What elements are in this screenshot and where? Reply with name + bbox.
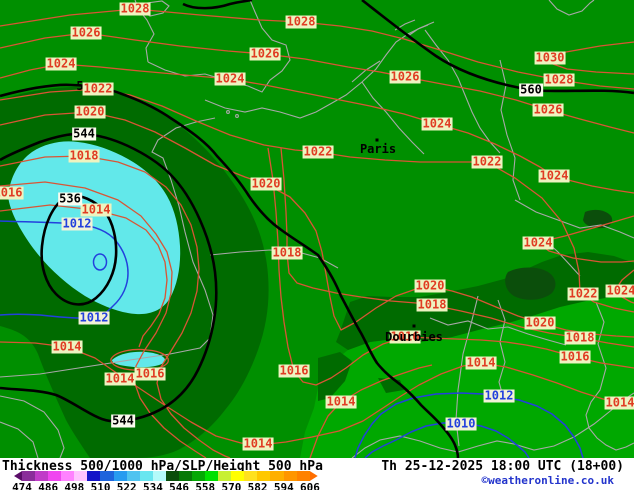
pressure-label-low: 1012 <box>61 216 93 231</box>
scale-cell <box>257 471 271 481</box>
scale-value: 486 <box>38 481 59 490</box>
scale-value: 558 <box>195 481 216 490</box>
pressure-label: 1028 <box>119 1 151 16</box>
pressure-label: 1014 <box>80 202 112 217</box>
pressure-label: 1018 <box>564 330 596 345</box>
pressure-label: 1024 <box>421 116 453 131</box>
credit-link[interactable]: ©weatheronline.co.uk <box>482 474 614 487</box>
pressure-label-low: 1010 <box>445 416 477 431</box>
scale-cell <box>205 471 219 481</box>
pressure-label: 1028 <box>543 72 575 87</box>
pressure-label: 1022 <box>567 286 599 301</box>
pressure-label: 1018 <box>271 245 303 260</box>
scale-value: 570 <box>221 481 242 490</box>
scale-value: 582 <box>247 481 268 490</box>
pressure-label-low: 1012 <box>483 388 515 403</box>
city-marker-dot <box>412 324 416 328</box>
scale-cell <box>296 471 310 481</box>
scale-cell <box>113 471 127 481</box>
scale-cell <box>14 471 22 481</box>
pressure-label: 1014 <box>325 394 357 409</box>
pressure-label: 1022 <box>471 154 503 169</box>
scale-value: 522 <box>116 481 137 490</box>
pressure-label: 1014 <box>242 436 274 451</box>
pressure-label: 1022 <box>302 144 334 159</box>
scale-cell <box>309 471 318 481</box>
map-graphics <box>0 0 634 458</box>
pressure-label: 1016 <box>0 186 24 200</box>
pressure-label: 1024 <box>538 168 570 183</box>
pressure-label: 1030 <box>534 50 566 65</box>
map-datetime: Th 25-12-2025 18:00 UTC (18+00) <box>381 459 624 474</box>
footer-bar: Thickness 500/1000 hPa/SLP/Height 500 hP… <box>0 458 634 490</box>
pressure-label: 1018 <box>416 297 448 312</box>
scale-cell <box>35 471 49 481</box>
scale-cell <box>100 471 114 481</box>
pressure-label: 1020 <box>414 278 446 293</box>
scale-cell <box>126 471 140 481</box>
scale-cell <box>218 471 232 481</box>
height-label: 560 <box>519 82 543 97</box>
scale-cell <box>283 471 297 481</box>
pressure-label: 1016 <box>134 366 166 381</box>
pressure-label-low: 1012 <box>78 310 110 325</box>
height-label: 544 <box>72 126 96 141</box>
pressure-label: 1016 <box>278 363 310 378</box>
scale-value: 546 <box>169 481 190 490</box>
pressure-label: 1020 <box>524 315 556 330</box>
pressure-label: 1024 <box>605 284 634 298</box>
scale-value: 534 <box>142 481 163 490</box>
city-label: Dourbies <box>385 330 443 344</box>
pressure-label: 1024 <box>522 235 554 250</box>
scale-cell <box>178 471 193 481</box>
pressure-label: 1014 <box>104 371 136 386</box>
scale-value: 474 <box>12 481 32 490</box>
pressure-label: 1014 <box>51 339 83 354</box>
pressure-label: 1026 <box>532 102 564 117</box>
scale-value: 498 <box>64 481 85 490</box>
scale-cell <box>48 471 62 481</box>
thickness-cold-patch <box>505 267 556 300</box>
scale-cell <box>165 471 179 481</box>
pressure-label: 1024 <box>214 71 246 86</box>
pressure-label: 1020 <box>74 104 106 119</box>
city-label: Paris <box>359 142 397 156</box>
weather-map: 5 1028 1028 1030 1026 1026 1026 1028 1024 1024 102… <box>0 0 634 458</box>
pressure-label: 1024 <box>45 56 77 71</box>
scale-cell <box>22 471 36 481</box>
pressure-label: 1026 <box>389 69 421 84</box>
weather-map-page: 5 1028 1028 1030 1026 1026 1026 1028 1024 1024 102… <box>0 0 634 490</box>
thickness-scale <box>14 471 318 481</box>
scale-cell <box>244 471 258 481</box>
scale-value: 510 <box>90 481 111 490</box>
height-label: 536 <box>58 191 82 206</box>
pressure-label: 1014 <box>465 355 497 370</box>
scale-cell <box>139 471 153 481</box>
pressure-label: 1026 <box>70 25 102 40</box>
height-label: 544 <box>111 413 135 428</box>
scale-cell <box>152 471 166 481</box>
scale-cell <box>192 471 206 481</box>
pressure-label: 1018 <box>68 148 100 163</box>
pressure-label: 1014 <box>604 395 634 410</box>
scale-value: 606 <box>300 481 320 490</box>
pressure-label: 1028 <box>285 14 317 29</box>
pressure-label: 1016 <box>559 349 591 364</box>
scale-cell <box>87 471 101 481</box>
scale-cell <box>74 471 88 481</box>
pressure-label: 1026 <box>249 46 281 61</box>
scale-cell <box>61 471 75 481</box>
scale-value: 594 <box>273 481 294 490</box>
pressure-label: 1020 <box>250 176 282 191</box>
scale-cell <box>231 471 245 481</box>
pressure-label: 1022 <box>82 81 114 96</box>
scale-cell <box>270 471 284 481</box>
